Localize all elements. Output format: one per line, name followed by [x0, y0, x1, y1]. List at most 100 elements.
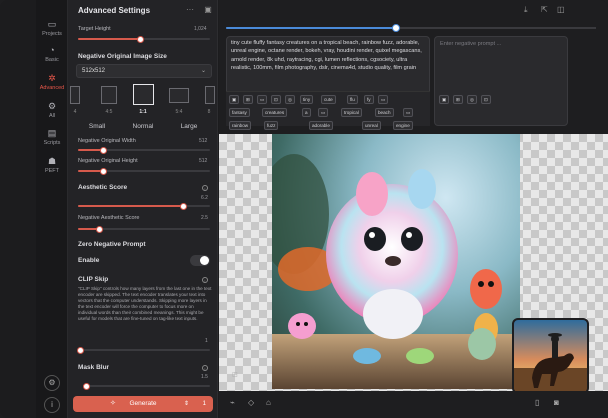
tag-chip[interactable]: adorable	[309, 121, 333, 130]
info-icon[interactable]: i	[44, 397, 60, 413]
size-normal-button[interactable]: Normal	[121, 123, 165, 130]
slider-fill	[226, 27, 397, 29]
generate-button[interactable]: ✧ Generate ⇕ 1	[73, 396, 213, 412]
nav-item-projects[interactable]: ▭ Projects	[36, 19, 68, 37]
reference-thumbnail[interactable]	[512, 318, 589, 394]
tag-tool-icon[interactable]: ▣	[229, 95, 240, 104]
slider-fill	[78, 38, 142, 40]
top-slider[interactable]	[226, 24, 596, 32]
positive-prompt-text: tiny cute fluffy fantasy creatures on a …	[231, 40, 422, 72]
ratio-label: 4	[73, 109, 77, 115]
tag-tool-icon[interactable]: ▭	[318, 108, 329, 117]
magic-wand-icon[interactable]: ⌁	[230, 398, 235, 407]
nav-label: Scripts	[43, 140, 61, 146]
tag-chip[interactable]: rainbow	[229, 121, 252, 130]
save-icon[interactable]: ▣	[204, 5, 212, 14]
app-window: ▭ Projects ◔ Basic ✲ Advanced ⚙ All ▤ Sc…	[0, 0, 608, 418]
tag-tool-icon[interactable]: ▭	[403, 108, 414, 117]
slider-knob[interactable]	[179, 202, 187, 210]
tag-chip[interactable]: engine	[393, 121, 413, 130]
neg-aesthetic-label: Negative Aesthetic Score	[78, 215, 140, 221]
neg-image-size-select[interactable]: 512x512 ⌄	[76, 64, 212, 78]
info-icon[interactable]: i	[202, 277, 208, 283]
tag-tool-icon[interactable]: ▭	[378, 95, 389, 104]
ratio-option-5-4[interactable]	[169, 88, 189, 103]
tag-chip[interactable]: fantasy	[229, 108, 250, 117]
neg-aesthetic-value: 2.5	[201, 215, 208, 221]
mask-blur-value: 1.5	[201, 374, 208, 380]
peft-icon: ☗	[47, 156, 57, 166]
ratio-option-4[interactable]	[70, 86, 80, 104]
generated-image[interactable]	[272, 134, 520, 389]
layers-icon[interactable]: ◳	[232, 371, 238, 378]
horse-rider-illustration	[514, 333, 587, 392]
tag-chip[interactable]: beach	[375, 108, 394, 117]
tag-chip[interactable]: a	[302, 108, 311, 117]
creature-illustration	[272, 154, 520, 389]
tag-chip[interactable]: creatures	[262, 108, 288, 117]
tag-chip[interactable]: flu	[347, 95, 358, 104]
mask-blur-slider[interactable]	[82, 382, 210, 390]
nav-label: Advanced	[39, 85, 65, 91]
target-height-slider[interactable]	[78, 35, 210, 43]
negative-prompt-field[interactable]: Enter negative prompt ...	[434, 36, 568, 126]
slider-knob[interactable]	[82, 382, 90, 390]
neg-aesthetic-slider[interactable]	[78, 225, 210, 233]
info-icon[interactable]: i	[202, 365, 208, 371]
advanced-icon: ✲	[48, 73, 56, 83]
tag-tool-icon[interactable]: ⊡	[271, 95, 281, 104]
tag-tool-icon[interactable]: ▭	[257, 95, 268, 104]
toggle-knob	[200, 256, 209, 265]
clip-skip-slider[interactable]	[77, 346, 210, 354]
tag-tool-icon[interactable]: ⊞	[453, 95, 463, 104]
eraser-icon[interactable]: ◇	[248, 398, 254, 407]
slider-knob[interactable]	[77, 346, 84, 354]
mask-blur-label: Mask Blur	[78, 364, 110, 371]
advanced-settings-panel	[68, 0, 218, 418]
neg-orig-width-slider[interactable]	[78, 146, 210, 154]
tag-tool-icon[interactable]: ▣	[439, 95, 450, 104]
more-icon[interactable]: ···	[186, 5, 194, 14]
camera-icon[interactable]: ◙	[554, 398, 559, 407]
nav-item-scripts[interactable]: ▤ Scripts	[36, 128, 68, 146]
layout-icon[interactable]: ◫	[557, 5, 565, 14]
settings-icon[interactable]: ⚙	[44, 375, 60, 391]
slider-knob[interactable]	[100, 167, 108, 175]
size-large-button[interactable]: Large	[167, 123, 211, 130]
ratio-option-4-5[interactable]	[101, 86, 117, 104]
document-icon[interactable]: ▯	[535, 398, 539, 407]
tag-chip[interactable]: fuzz	[264, 121, 279, 130]
tag-chip[interactable]: unreal	[362, 121, 381, 130]
tag-chip[interactable]: tiny	[300, 95, 314, 104]
tag-chip[interactable]: tropical	[341, 108, 362, 117]
ratio-option-1-1[interactable]	[133, 84, 154, 105]
nav-item-basic[interactable]: ◔ Basic	[36, 45, 68, 63]
size-small-button[interactable]: Small	[75, 123, 119, 130]
nav-item-advanced[interactable]: ✲ Advanced	[36, 73, 68, 91]
ratio-option-8[interactable]	[205, 86, 215, 104]
aesthetic-score-slider[interactable]	[78, 202, 210, 210]
neg-orig-height-slider[interactable]	[78, 167, 210, 175]
tag-chip[interactable]: cute	[321, 95, 336, 104]
tag-tool-icon[interactable]: ◎	[467, 95, 478, 104]
share-icon[interactable]: ⇱	[541, 5, 548, 14]
neg-image-size-label: Negative Original Image Size	[78, 53, 167, 60]
aesthetic-score-label: Aesthetic Score	[78, 184, 128, 191]
slider-knob[interactable]	[100, 146, 108, 154]
nav-label: Projects	[42, 31, 62, 37]
slider-knob[interactable]	[137, 35, 145, 43]
tag-chip[interactable]: fy	[364, 95, 374, 104]
tag-tool-icon[interactable]: ◎	[285, 95, 296, 104]
slider-knob[interactable]	[96, 225, 104, 233]
info-icon[interactable]: i	[202, 185, 208, 191]
zero-neg-toggle[interactable]	[190, 255, 210, 266]
tag-tool-icon[interactable]: ⊡	[481, 95, 491, 104]
download-icon[interactable]: ⤓	[524, 5, 528, 15]
nav-item-peft[interactable]: ☗ PEFT	[36, 156, 68, 174]
stepper-icon[interactable]: ⇕	[184, 396, 189, 412]
tag-tool-icon[interactable]: ⊞	[243, 95, 253, 104]
generate-count: 1	[202, 401, 206, 407]
clip-skip-description: "CLIP Skip" controls how many layers fro…	[78, 286, 212, 321]
select-value: 512x512	[82, 68, 106, 74]
brush-icon[interactable]: ⌂	[266, 398, 271, 407]
